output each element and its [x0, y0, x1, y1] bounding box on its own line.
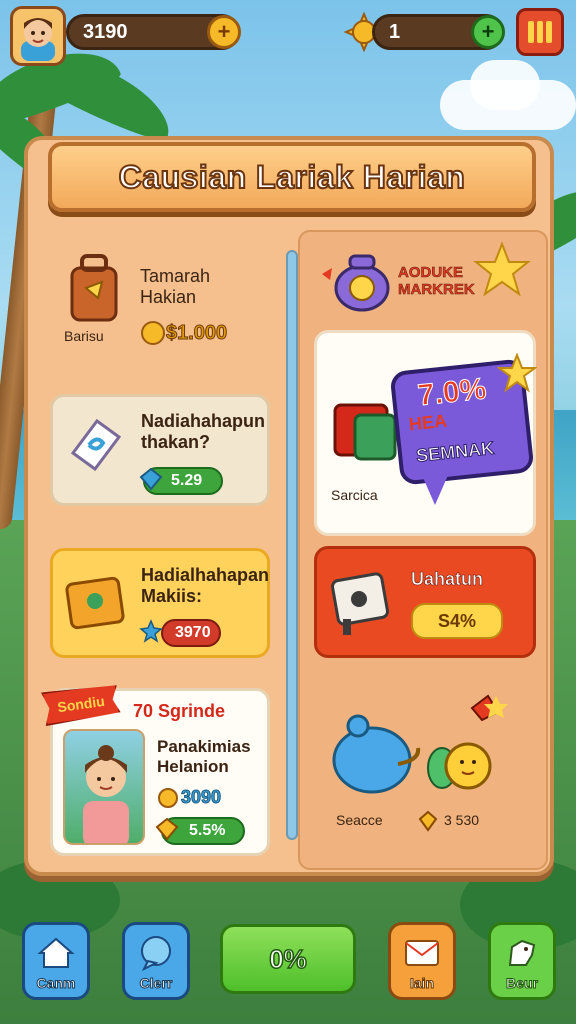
- gem-icon: [139, 467, 163, 491]
- nav-button-4[interactable]: Iain: [388, 922, 456, 1000]
- nav-button-2[interactable]: Clerr: [122, 922, 190, 1000]
- shop-item-4[interactable]: Sondiu 70 Sgrinde Panakimias Helanion 30…: [50, 688, 270, 856]
- camera-offer-card[interactable]: Uahatun S4%: [314, 546, 536, 658]
- discount-caption: SEMNAK: [415, 437, 496, 466]
- nav-button-5[interactable]: Beur: [488, 922, 556, 1000]
- shop-item-title: Hadialhahapan Makiis:: [141, 565, 270, 606]
- offer-title: Uahatun: [411, 569, 484, 590]
- backpack-icon: [70, 254, 118, 322]
- shop-item-title: Panakimias Helanion: [157, 737, 251, 776]
- shop-item-1[interactable]: Tamarah Hakian Barisu $1.000: [56, 248, 276, 358]
- coin-icon: [141, 321, 165, 345]
- star-icon: [473, 241, 531, 297]
- coin-icon: [158, 788, 178, 808]
- coin-value: 3190: [83, 20, 128, 43]
- coin-value: 3090: [180, 787, 222, 808]
- nav-button-1[interactable]: Canm: [22, 922, 90, 1000]
- add-gems-button[interactable]: +: [471, 15, 505, 49]
- play-button-label: 0%: [268, 943, 307, 975]
- shop-item-title: Tamarah Hakian: [140, 266, 211, 307]
- nav-label: Clerr: [139, 975, 173, 992]
- menu-bar-icon: [537, 21, 543, 43]
- avatar-face-icon: [21, 18, 55, 61]
- gem-counter: 1 +: [372, 14, 505, 50]
- add-coins-button[interactable]: +: [207, 15, 241, 49]
- panel-title-bar: Causian Lariak Harian: [48, 142, 536, 212]
- offer-price-value: S4%: [437, 610, 477, 631]
- nav-label: Beur: [506, 975, 539, 992]
- coin-counter: 3190 +: [66, 14, 241, 50]
- discount-label: HEA: [407, 410, 448, 435]
- shop-item-badge: Barisu: [64, 328, 104, 344]
- play-button[interactable]: 0%: [220, 924, 356, 994]
- chat-icon: [141, 936, 171, 971]
- gift-box-icon: [333, 403, 397, 461]
- treasure-box-icon: [65, 576, 125, 630]
- price-chip: 3970: [161, 619, 221, 647]
- ribbon-text: Sondiu: [56, 692, 106, 716]
- blue-blob-pet-icon: [332, 714, 421, 794]
- menu-button[interactable]: [516, 8, 564, 56]
- price-value: 5.5%: [189, 822, 226, 839]
- column-divider: [286, 250, 298, 840]
- player-avatar[interactable]: [10, 6, 66, 66]
- panel-title: Causian Lariak Harian: [118, 158, 466, 196]
- shop-item-price: $1.000: [165, 322, 228, 345]
- yellow-chick-pet-icon: [427, 694, 508, 790]
- discount-offer-card[interactable]: 7.0% HEA SEMNAK Sarcica: [314, 330, 537, 536]
- gift-label: Sarcica: [331, 487, 378, 503]
- pet-price: 3 530: [444, 812, 480, 828]
- shop-item-2[interactable]: Nadiahahapun thakan? 5.29: [50, 394, 270, 506]
- price-value: 3970: [175, 624, 211, 641]
- ticket-icon: [70, 418, 122, 472]
- speech-tail: [421, 473, 449, 505]
- price-value: 5.29: [171, 472, 203, 489]
- cloud: [470, 60, 540, 110]
- menu-bar-icon: [528, 21, 534, 43]
- gold-gem-icon: [155, 817, 179, 841]
- camera-device-icon: [331, 572, 389, 635]
- item-heading: 70 Sgrinde: [133, 701, 226, 721]
- shop-item-3[interactable]: Hadialhahapan Makiis: 3970: [50, 548, 270, 658]
- gem-value: 1: [389, 20, 401, 43]
- girl-character-icon: [83, 745, 129, 843]
- pet-label: Seacce: [336, 812, 383, 828]
- pet-head-icon: [508, 939, 536, 966]
- offer-price-button[interactable]: S4%: [411, 603, 503, 639]
- mail-icon: [405, 940, 439, 966]
- menu-bar-icon: [546, 21, 552, 43]
- house-icon: [37, 937, 75, 968]
- nav-label: Canm: [36, 975, 76, 992]
- star-gem-icon: [139, 619, 163, 643]
- gem-purse-icon: [322, 254, 390, 312]
- pet-offer[interactable]: Seacce 3 530: [314, 690, 536, 850]
- discount-percent: 7.0%: [416, 372, 488, 413]
- star-icon: [497, 353, 537, 393]
- gold-gem-icon: [418, 810, 438, 832]
- shop-item-title: Nadiahahapun thakan?: [141, 411, 266, 452]
- special-offer-header: AODUKE MARKREK: [316, 240, 546, 320]
- character-portrait: [63, 729, 145, 845]
- nav-label: Iain: [409, 975, 435, 992]
